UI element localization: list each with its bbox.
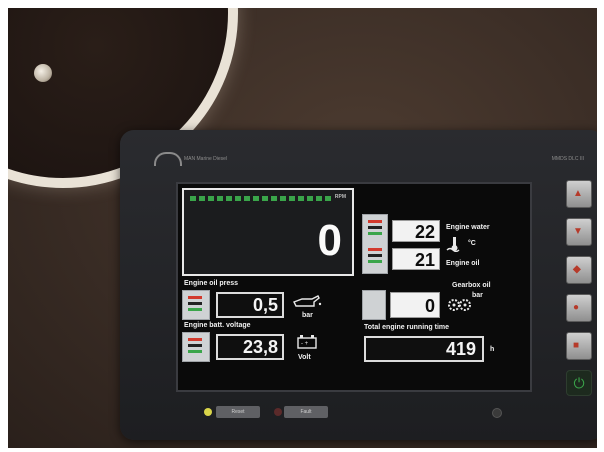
led-green xyxy=(188,308,202,311)
led-red xyxy=(368,220,382,223)
side-key-icon: ● xyxy=(573,302,580,313)
brand-logo xyxy=(154,152,182,166)
rpm-segment xyxy=(208,195,214,201)
led-green xyxy=(188,350,202,353)
engine-oil-press-label: Engine oil press xyxy=(184,280,239,287)
rpm-segment xyxy=(235,195,241,201)
status-led-red xyxy=(274,408,282,416)
rpm-segment xyxy=(226,195,232,201)
engine-oil-press-value: 0,5 xyxy=(216,292,284,318)
rpm-segment xyxy=(271,195,277,201)
svg-text:- +: - + xyxy=(301,341,309,347)
indicator-tile xyxy=(362,290,386,320)
rpm-panel: RPM 0 xyxy=(182,188,354,276)
engine-water-unit: °C xyxy=(468,240,476,247)
rpm-segment xyxy=(244,195,250,201)
side-key-icon: ■ xyxy=(573,340,580,351)
engine-oil-value: 21 xyxy=(392,248,440,270)
side-key-3[interactable]: ◆ xyxy=(566,256,592,284)
led-red xyxy=(188,338,202,341)
rpm-segment xyxy=(298,195,304,201)
rpm-segment xyxy=(262,195,268,201)
rpm-segment xyxy=(325,195,331,201)
display-screen: RPM 0 22 21 Engine water °C Engine oil E… xyxy=(176,182,532,392)
reset-button[interactable]: Reset xyxy=(216,406,260,418)
engine-batt-voltage-label: Engine batt. voltage xyxy=(184,322,251,329)
engine-oil-press-unit: bar xyxy=(302,312,313,319)
led-red xyxy=(368,248,382,251)
side-key-5[interactable]: ■ xyxy=(566,332,592,360)
power-icon[interactable]: ⏻ xyxy=(566,370,592,396)
engine-batt-voltage-value: 23,8 xyxy=(216,334,284,360)
led xyxy=(188,302,202,305)
rpm-segment xyxy=(307,195,313,201)
led-green xyxy=(368,232,382,235)
water-led-col xyxy=(368,220,382,235)
side-key-1[interactable]: ▲ xyxy=(566,180,592,208)
fault-button[interactable]: Fault xyxy=(284,406,328,418)
model-name: MMDS DLC III xyxy=(551,156,584,162)
engine-water-label: Engine water xyxy=(446,224,490,231)
engine-batt-voltage-unit: Volt xyxy=(298,354,311,361)
total-running-time-label: Total engine running time xyxy=(364,324,450,331)
rpm-value: 0 xyxy=(317,216,342,265)
gearbox-oil-label: Gearbox oil xyxy=(452,282,491,289)
oil-press-led-col xyxy=(188,296,202,311)
control-panel: MAN Marine Diesel MMDS DLC III RPM 0 22 … xyxy=(120,130,597,440)
brand-name: MAN Marine Diesel xyxy=(184,156,228,162)
engine-oil-label: Engine oil xyxy=(446,260,480,267)
photo-frame: MAN Marine Diesel MMDS DLC III RPM 0 22 … xyxy=(8,8,597,448)
side-key-icon: ▼ xyxy=(573,226,583,237)
rpm-segment xyxy=(289,195,295,201)
gearbox-oil-unit: bar xyxy=(472,292,483,299)
batt-led-col xyxy=(188,338,202,353)
oil-led-col xyxy=(368,248,382,263)
rpm-label: RPM xyxy=(334,194,346,200)
status-led-yellow xyxy=(204,408,212,416)
temperature-icon xyxy=(446,237,460,252)
rpm-segment xyxy=(190,195,196,201)
led-green xyxy=(368,260,382,263)
rpm-segment xyxy=(199,195,205,201)
rpm-bar xyxy=(190,194,350,202)
led xyxy=(188,344,202,347)
gears-icon xyxy=(448,299,471,311)
rpm-segment xyxy=(316,195,322,201)
side-keypad: ▲ ▼ ◆ ● ■ ⏻ xyxy=(566,180,592,396)
rpm-segment xyxy=(253,195,259,201)
led xyxy=(368,226,382,229)
ambient-sensor xyxy=(492,408,502,418)
gearbox-oil-value: 0 xyxy=(390,292,440,318)
total-running-time-unit: h xyxy=(490,346,495,353)
led-red xyxy=(188,296,202,299)
side-key-2[interactable]: ▼ xyxy=(566,218,592,246)
battery-icon: - + xyxy=(297,335,317,349)
screw xyxy=(34,64,52,82)
rpm-segment xyxy=(217,195,223,201)
oil-can-icon xyxy=(293,295,322,307)
side-key-4[interactable]: ● xyxy=(566,294,592,322)
rpm-segment xyxy=(280,195,286,201)
side-key-icon: ▲ xyxy=(573,188,583,199)
side-key-icon: ◆ xyxy=(573,264,581,275)
engine-water-value: 22 xyxy=(392,220,440,242)
total-running-time-value: 419 xyxy=(364,336,484,362)
led xyxy=(368,254,382,257)
